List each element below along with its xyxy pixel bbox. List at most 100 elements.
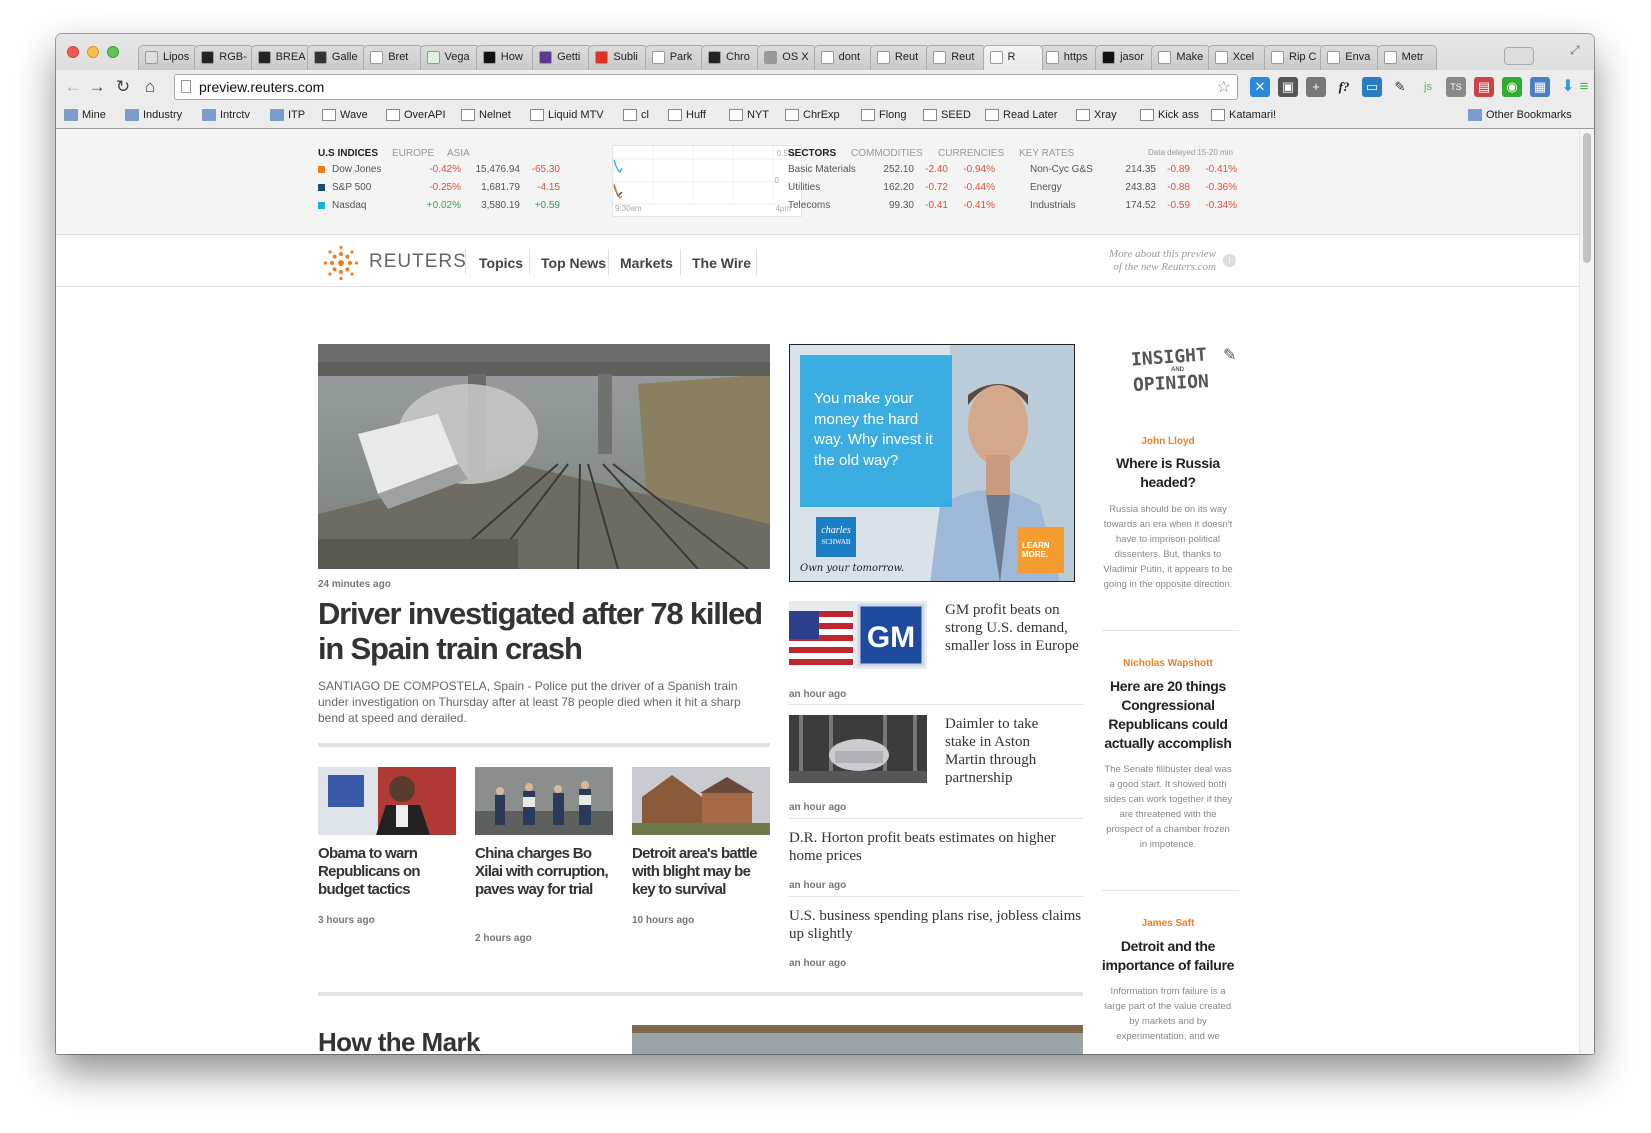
sector-name[interactable]: Industrials: [1030, 200, 1076, 211]
reuters-logo-icon[interactable]: [323, 245, 359, 286]
news-headline[interactable]: Daimler to take stake in Aston Martin th…: [945, 715, 1065, 787]
bookmark-item[interactable]: Katamari!: [1211, 109, 1276, 121]
vertical-scrollbar[interactable]: [1579, 129, 1594, 1054]
opinion-headline[interactable]: Detroit and the importance of failure: [1097, 937, 1239, 975]
tab-us-indices[interactable]: U.S INDICES: [318, 148, 378, 159]
news-headline[interactable]: U.S. business spending plans rise, joble…: [789, 907, 1083, 943]
bookmark-item[interactable]: Huff: [668, 109, 706, 121]
bookmark-item[interactable]: ITP: [270, 109, 305, 121]
news-headline[interactable]: D.R. Horton profit beats estimates on hi…: [789, 829, 1083, 865]
bookmark-item[interactable]: Flong: [861, 109, 907, 121]
preview-note[interactable]: More about this preview of the new Reuter…: [1036, 248, 1216, 274]
gm-photo[interactable]: GM: [789, 601, 927, 669]
minimize-window-button[interactable]: [87, 46, 99, 58]
browser-tab[interactable]: How: [475, 45, 536, 70]
info-icon[interactable]: i: [1223, 254, 1236, 267]
browser-tab[interactable]: RGB-: [194, 45, 255, 70]
bookmark-item[interactable]: cl: [623, 109, 649, 121]
browser-tab[interactable]: Chro: [701, 45, 761, 70]
sector-name[interactable]: Non-Cyc G&S: [1030, 164, 1093, 175]
reload-icon[interactable]: ↻: [112, 76, 134, 98]
forward-icon[interactable]: →: [86, 76, 108, 98]
extension-grid-icon[interactable]: ▦: [1530, 77, 1550, 97]
browser-tab[interactable]: Vega: [419, 45, 480, 70]
home-icon[interactable]: ⌂: [139, 76, 161, 98]
bookmark-item[interactable]: OverAPI: [386, 109, 446, 121]
browser-tab[interactable]: jasor: [1095, 45, 1156, 70]
extension-x-icon[interactable]: ✕: [1250, 77, 1270, 97]
tab-europe[interactable]: EUROPE: [392, 148, 434, 159]
browser-tab[interactable]: https: [1038, 45, 1099, 70]
tab-key-rates[interactable]: KEY RATES: [1019, 148, 1074, 159]
sector-name[interactable]: Utilities: [788, 182, 820, 193]
bookmark-item[interactable]: Xray: [1076, 109, 1117, 121]
fullscreen-icon[interactable]: ⤢: [1570, 43, 1580, 58]
nav-the-wire[interactable]: The Wire: [692, 255, 751, 271]
lead-story-headline[interactable]: Driver investigated after 78 killed in S…: [318, 596, 778, 666]
address-bar[interactable]: preview.reuters.com ☆: [174, 74, 1238, 100]
index-name[interactable]: S&P 500: [332, 182, 371, 193]
browser-tab[interactable]: BREA: [250, 45, 311, 70]
secondary-story-headline[interactable]: Detroit area's battle with blight may be…: [632, 845, 774, 899]
extension-capture-icon[interactable]: ▣: [1278, 77, 1298, 97]
index-name[interactable]: Nasdaq: [332, 200, 366, 211]
extension-eyedropper-icon[interactable]: ✎: [1390, 77, 1410, 97]
next-section-heading[interactable]: How the Mark: [318, 1027, 480, 1054]
tab-commodities[interactable]: COMMODITIES: [851, 148, 923, 159]
sector-name[interactable]: Energy: [1030, 182, 1062, 193]
schwab-advertisement[interactable]: You make your money the hard way. Why in…: [789, 344, 1075, 582]
index-name[interactable]: Dow Jones: [332, 164, 381, 175]
browser-tab[interactable]: Subli: [588, 45, 649, 70]
next-section-photo[interactable]: [632, 1025, 1083, 1054]
browser-tab[interactable]: Reut: [869, 45, 930, 70]
news-headline[interactable]: GM profit beats on strong U.S. demand, s…: [945, 601, 1085, 655]
browser-tab[interactable]: Make: [1151, 45, 1212, 70]
menu-icon[interactable]: ≡: [1576, 77, 1592, 97]
tab-sectors[interactable]: SECTORS: [788, 148, 836, 159]
tab-currencies[interactable]: CURRENCIES: [938, 148, 1004, 159]
extension-calendar-icon[interactable]: ▤: [1474, 77, 1494, 97]
scrollbar-thumb[interactable]: [1583, 133, 1591, 263]
zoom-window-button[interactable]: [107, 46, 119, 58]
bookmark-item[interactable]: Industry: [125, 109, 182, 121]
browser-tab[interactable]: R: [982, 45, 1043, 70]
insight-opinion-logo[interactable]: INSIGHT AND OPINION ✎: [1130, 339, 1241, 399]
bookmark-item[interactable]: ChrExp: [785, 109, 840, 121]
secondary-story-headline[interactable]: China charges Bo Xilai with corruption, …: [475, 845, 617, 899]
bookmark-item[interactable]: SEED: [923, 109, 971, 121]
bookmark-item[interactable]: Liquid MTV: [530, 109, 604, 121]
learn-more-button[interactable]: LEARN MORE.: [1018, 527, 1064, 573]
obama-photo[interactable]: [318, 767, 456, 835]
browser-tab[interactable]: Rip C: [1264, 45, 1324, 70]
opinion-headline[interactable]: Here are 20 things Congressional Republi…: [1097, 677, 1239, 753]
nav-top-news[interactable]: Top News: [541, 255, 606, 271]
detroit-houses-photo[interactable]: [632, 767, 770, 835]
browser-tab[interactable]: Bret: [363, 45, 424, 70]
extension-plus-icon[interactable]: +: [1306, 77, 1326, 97]
browser-tab[interactable]: Reut: [926, 45, 987, 70]
opinion-author[interactable]: John Lloyd: [1097, 436, 1239, 447]
bookmark-item[interactable]: Wave: [322, 109, 368, 121]
close-window-button[interactable]: [67, 46, 79, 58]
bookmark-item[interactable]: Read Later: [985, 109, 1057, 121]
opinion-author[interactable]: James Saft: [1097, 918, 1239, 929]
browser-tab[interactable]: Xcel: [1207, 45, 1268, 70]
download-icon[interactable]: ⬇: [1558, 77, 1578, 97]
bookmark-item[interactable]: Mine: [64, 109, 106, 121]
new-tab-button[interactable]: [1504, 47, 1534, 65]
opinion-author[interactable]: Nicholas Wapshott: [1097, 658, 1239, 669]
extension-green-icon[interactable]: ◉: [1502, 77, 1522, 97]
opinion-headline[interactable]: Where is Russia headed?: [1097, 454, 1239, 492]
browser-tab[interactable]: Galle: [306, 45, 367, 70]
browser-tab[interactable]: Getti: [532, 45, 593, 70]
browser-tab[interactable]: OS X: [757, 45, 818, 70]
bookmark-item[interactable]: NYT: [729, 109, 769, 121]
other-bookmarks[interactable]: Other Bookmarks: [1468, 109, 1572, 121]
extension-ts-icon[interactable]: TS: [1446, 77, 1466, 97]
daimler-photo[interactable]: [789, 715, 927, 783]
reuters-wordmark[interactable]: REUTERS: [369, 251, 467, 273]
bookmark-item[interactable]: Intrctv: [202, 109, 250, 121]
browser-tab[interactable]: Park: [644, 45, 705, 70]
sector-name[interactable]: Basic Materials: [788, 164, 856, 175]
browser-tab[interactable]: dont: [813, 45, 874, 70]
